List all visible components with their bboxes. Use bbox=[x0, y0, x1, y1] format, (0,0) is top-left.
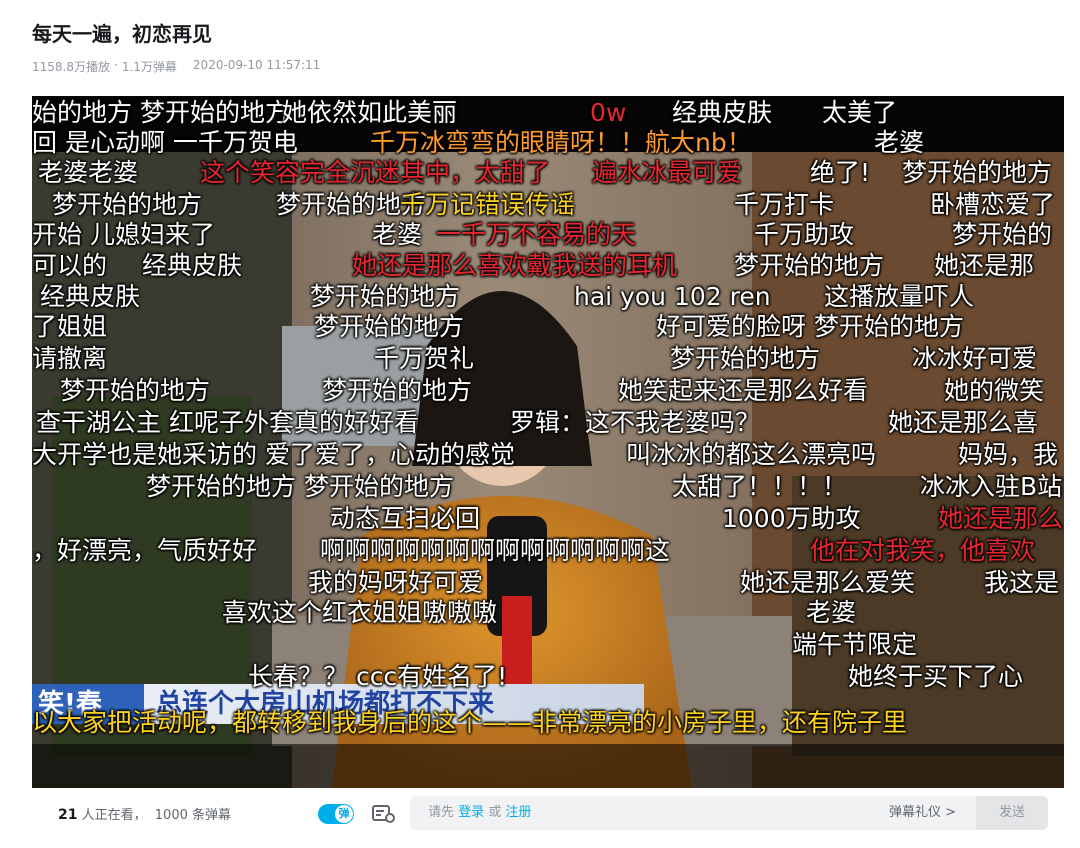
danmaku-comment: 她终于买下了心 bbox=[848, 662, 1024, 691]
danmaku-comment: 梦开始的地方 bbox=[322, 376, 473, 405]
danmaku-comment: 千万助攻 bbox=[754, 220, 855, 249]
video-player[interactable]: 笑!春 总连个大房山机场都打不下来 始的地方 梦开始的地方 她依然如此美丽 0w 经典… bbox=[32, 96, 1064, 788]
register-link[interactable]: 注册 bbox=[505, 805, 531, 820]
danmaku-comment: 我的妈呀好可爱 bbox=[308, 568, 484, 597]
video-header: 每天一遍，初恋再见 1158.8万播放 · 1.1万弹幕 2020-09-10 … bbox=[32, 20, 320, 75]
danmaku-comment: 啊啊啊啊啊啊啊啊啊啊啊啊啊这 bbox=[320, 536, 671, 565]
danmaku-comment: 梦开始的地方 bbox=[734, 251, 885, 280]
danmaku-comment: 她还是那 bbox=[934, 251, 1035, 280]
danmaku-comment: 这个笑容完全沉迷其中，太甜了 bbox=[200, 158, 551, 187]
login-prompt: 请先 登录 或 注册 bbox=[428, 796, 531, 830]
danmaku-comment: 回 是心动啊 一千万贺电 bbox=[32, 128, 298, 157]
danmaku-comment: 她还是那么 bbox=[938, 504, 1064, 533]
login-link[interactable]: 登录 bbox=[458, 805, 484, 820]
danmaku-comment: 动态互扫必回 bbox=[330, 504, 481, 533]
subtitle-strip bbox=[32, 744, 1064, 788]
danmaku-comment: 冰冰好可爱 bbox=[912, 344, 1038, 373]
danmaku-toggle-knob: 弹 bbox=[335, 805, 353, 823]
danmaku-comment: 0w bbox=[590, 98, 627, 127]
danmaku-comment: 千万打卡 bbox=[734, 190, 835, 219]
danmaku-settings-icon[interactable] bbox=[372, 804, 396, 824]
danmaku-comment: 长春？？ ccc有姓名了! bbox=[248, 662, 508, 691]
danmaku-comment: 请撤离 bbox=[32, 344, 108, 373]
danmaku-comment: hai you 102 ren bbox=[574, 282, 771, 311]
danmaku-comment: 老婆 bbox=[874, 128, 925, 157]
danmaku-comment: 始的地方 梦开始的地方 bbox=[32, 98, 290, 127]
viewer-text: 人正在看， bbox=[81, 807, 147, 823]
danmaku-comment: 叫冰冰的都这么漂亮吗 bbox=[626, 440, 877, 469]
danmaku-comment: 太美了 bbox=[822, 98, 898, 127]
danmaku-comment: 一千万不容易的天 bbox=[436, 220, 637, 249]
danmaku-comment: 她还是那么喜 bbox=[888, 408, 1039, 437]
danmaku-comment: 梦开始的地方 bbox=[670, 344, 821, 373]
danmaku-comment: 她依然如此美丽 bbox=[282, 98, 458, 127]
danmaku-comment: 开始 儿媳妇来了 bbox=[32, 220, 215, 249]
danmaku-toggle[interactable]: 弹 bbox=[318, 804, 354, 824]
video-title: 每天一遍，初恋再见 bbox=[32, 22, 212, 46]
danmaku-etiquette-link[interactable]: 弹幕礼仪 > bbox=[889, 796, 956, 830]
publish-time: 2020-09-10 11:57:11 bbox=[192, 58, 321, 72]
danmaku-comment: 她的微笑 bbox=[944, 376, 1045, 405]
danmaku-comment: 她笑起来还是那么好看 bbox=[618, 376, 869, 405]
danmaku-comment: 妈妈，我 bbox=[958, 440, 1059, 469]
danmaku-comment: 我这是 bbox=[984, 568, 1060, 597]
danmaku-comment: 梦开始的地方 bbox=[310, 282, 461, 311]
danmaku-comment: 经典皮肤 bbox=[142, 251, 243, 280]
prompt-or: 或 bbox=[488, 805, 502, 820]
danmaku-comment: 老婆老婆 bbox=[38, 158, 139, 187]
prompt-prefix: 请先 bbox=[428, 805, 455, 820]
video-meta: 1158.8万播放 · 1.1万弹幕 2020-09-10 11:57:11 bbox=[32, 58, 320, 75]
danmaku-comment: 1000万助攻 bbox=[722, 504, 861, 533]
danmaku-comment: 查干湖公主 红呢子外套真的好好看 bbox=[36, 408, 419, 437]
danmaku-input[interactable]: 请先 登录 或 注册 弹幕礼仪 > 发送 bbox=[410, 796, 1048, 830]
danmaku-comment: 梦开始的地方 bbox=[902, 158, 1053, 187]
danmaku-comment: 梦开始的地方 bbox=[314, 312, 465, 341]
danmaku-comment: 经典皮肤 bbox=[40, 282, 141, 311]
danmaku-comment: 大开学也是她采访的 爱了爱了，心动的感觉 bbox=[32, 440, 515, 469]
view-count: 1158.8万播放 bbox=[32, 60, 110, 74]
danmaku-comment: 梦开始的地方 bbox=[60, 376, 211, 405]
send-button[interactable]: 发送 bbox=[976, 796, 1048, 830]
danmaku-comment: 端午节限定 bbox=[792, 630, 918, 659]
danmaku-comment: 经典皮肤 bbox=[672, 98, 773, 127]
danmaku-comment: 以大家把活动呢，都转移到我身后的这个——非常漂亮的小房子里，还有院子里 bbox=[32, 708, 908, 737]
danmaku-comment: 了姐姐 bbox=[32, 312, 108, 341]
danmaku-comment: 老婆 bbox=[806, 598, 857, 627]
danmaku-comment: 可以的 bbox=[32, 251, 108, 280]
danmaku-comment: 梦开始的地方 bbox=[52, 190, 203, 219]
danmaku-comment: 千万记错误传谣 bbox=[400, 190, 576, 219]
danmaku-count: 1.1万弹幕 bbox=[121, 60, 177, 74]
danmaku-comment: 梦开始的 bbox=[952, 220, 1053, 249]
danmaku-comment: 这播放量吓人 bbox=[824, 282, 975, 311]
danmaku-comment: 遍水冰最可爱 bbox=[592, 158, 743, 187]
danmaku-comment: 他在对我笑，他喜欢 bbox=[810, 536, 1036, 565]
danmaku-total: 1000 条弹幕 bbox=[154, 807, 231, 823]
danmaku-comment: 太甜了！！！！ bbox=[672, 472, 848, 501]
danmaku-comment: 她还是那么喜欢戴我送的耳机 bbox=[352, 251, 678, 280]
danmaku-comment: 喜欢这个红衣姐姐嗷嗷嗷 bbox=[222, 598, 498, 627]
danmaku-comment: 绝了! bbox=[810, 158, 871, 187]
viewer-info: 21 人正在看， 1000 条弹幕 bbox=[58, 804, 318, 823]
danmaku-comment: 冰冰入驻B站 bbox=[920, 472, 1063, 501]
danmaku-comment: 梦开始的地方 梦开始的地方 bbox=[146, 472, 454, 501]
meta-separator: · bbox=[114, 58, 118, 72]
danmaku-comment: 罗辑：这不我老婆吗？ bbox=[510, 408, 761, 437]
danmaku-comment: 卧槽恋爱了 bbox=[930, 190, 1056, 219]
danmaku-comment: 老婆 bbox=[372, 220, 423, 249]
danmaku-comment: 好可爱的脸呀 梦开始的地方 bbox=[656, 312, 964, 341]
danmaku-comment: ，好漂亮，气质好好 bbox=[32, 536, 258, 565]
viewer-count: 21 bbox=[58, 806, 78, 823]
danmaku-bar: 21 人正在看， 1000 条弹幕 弹 请先 登录 或 注册 弹幕礼仪 > 发送 bbox=[32, 790, 1064, 836]
danmaku-comment: 千万贺礼 bbox=[374, 344, 475, 373]
danmaku-comment: 千万冰弯弯的眼睛呀！！航大nb！ bbox=[370, 128, 752, 157]
danmaku-comment: 她还是那么爱笑 bbox=[740, 568, 916, 597]
